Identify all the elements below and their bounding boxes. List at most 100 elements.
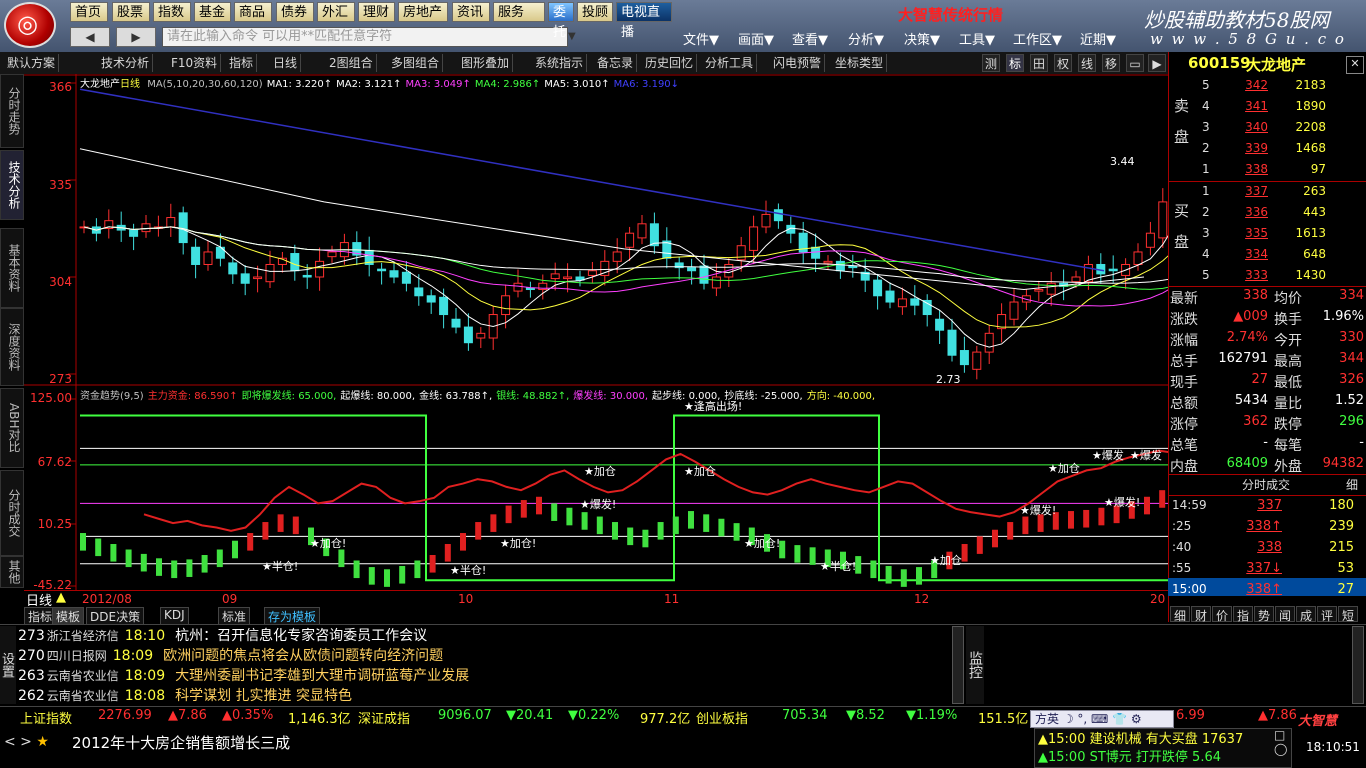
window-min-icon[interactable]: ▭	[1126, 54, 1144, 72]
news-row[interactable]: 263 云南省农业信 18:09 大理州委副书记李雄到大理市调研蓝莓产业发展	[18, 666, 948, 686]
alert-item[interactable]: ▲15:00 ST博元 打开跌停 5.64	[1038, 746, 1274, 765]
toolbar-btn-1[interactable]: 标	[1006, 54, 1024, 72]
ticks-detail-button[interactable]: 细	[1346, 476, 1358, 493]
tick-price[interactable]: 338↑	[1226, 582, 1282, 597]
toolbar-btn-0[interactable]: 测	[982, 54, 1000, 72]
period-triangle-icon[interactable]: ▲	[56, 590, 66, 605]
left-tab-1[interactable]: 技术分析	[0, 150, 24, 220]
quote-tab-1[interactable]: 财	[1191, 606, 1211, 623]
toolbar-item-2[interactable]: F10资料	[168, 54, 222, 72]
sell-price[interactable]: 340	[1232, 120, 1268, 134]
toolbar-item-12[interactable]: 闪电预警	[770, 54, 826, 72]
toolbar-item-8[interactable]: 系统指示	[532, 54, 588, 72]
app-logo[interactable]: ◎	[4, 2, 56, 48]
menu-5[interactable]: 工具▼	[959, 29, 995, 48]
index-item[interactable]: 上证指数	[20, 708, 72, 727]
nav-4[interactable]: 商品	[234, 2, 272, 22]
ime-bar[interactable]: 方英 ☽ °, ⌨ 👕 ⚙	[1030, 710, 1174, 728]
toolbar-item-3[interactable]: 指标	[226, 54, 258, 72]
sell-price[interactable]: 342	[1232, 78, 1268, 92]
left-tab-5[interactable]: 分时成交	[0, 470, 24, 556]
alert-item[interactable]: ▲15:00 建设机械 有大买盘 17637	[1038, 728, 1274, 747]
toolbar-item-4[interactable]: 日线	[270, 54, 302, 72]
quote-tab-0[interactable]: 细	[1170, 606, 1190, 623]
nav-13[interactable]: 电视直播	[616, 2, 672, 40]
nav-2[interactable]: 指数	[153, 2, 191, 22]
tick-price[interactable]: 338↑	[1226, 519, 1282, 534]
toolbar-item-1[interactable]: 技术分析	[98, 54, 154, 72]
nav-0[interactable]: 首页	[70, 2, 108, 22]
menu-1[interactable]: 画面▼	[738, 29, 774, 48]
toolbar-item-7[interactable]: 图形叠加	[458, 54, 514, 72]
buy-price[interactable]: 335	[1232, 226, 1268, 240]
buy-price[interactable]: 333	[1232, 268, 1268, 282]
command-input[interactable]: 请在此输入命令 可以用**匹配任意字符	[162, 27, 568, 47]
toolbar-item-10[interactable]: 历史回忆	[642, 54, 698, 72]
index-item[interactable]: 创业板指	[696, 708, 748, 727]
nav-12[interactable]: 投顾	[577, 2, 613, 22]
toolbar-btn-5[interactable]: 移	[1102, 54, 1120, 72]
index-item[interactable]: 深证成指	[358, 708, 410, 727]
tick-price[interactable]: 337	[1226, 498, 1282, 513]
chart-tab-2[interactable]: DDE决策	[86, 607, 145, 625]
left-tab-4[interactable]: ABH对比	[0, 388, 24, 468]
menu-7[interactable]: 近期▼	[1080, 29, 1116, 48]
tick-price[interactable]: 337↓	[1226, 561, 1282, 576]
nav-3[interactable]: 基金	[194, 2, 231, 22]
buy-price[interactable]: 336	[1232, 205, 1268, 219]
toolbar-btn-2[interactable]: 田	[1030, 54, 1048, 72]
toolbar-item-11[interactable]: 分析工具	[702, 54, 758, 72]
kline-chart[interactable]	[24, 74, 1168, 622]
monitor-scrollbar[interactable]	[1352, 626, 1364, 704]
quote-tab-7[interactable]: 评	[1317, 606, 1337, 623]
news-row[interactable]: 273 浙江省经济信 18:10 杭州：召开信息化专家咨询委员工作会议	[18, 626, 948, 646]
alert-icons[interactable]: □ ◯	[1274, 728, 1287, 756]
menu-0[interactable]: 文件▼	[683, 29, 719, 48]
nav-11[interactable]: 委托	[548, 2, 574, 40]
quote-tab-5[interactable]: 闻	[1275, 606, 1295, 623]
nav-1[interactable]: 股票	[112, 2, 150, 22]
quote-tab-3[interactable]: 指	[1233, 606, 1253, 623]
window-play-icon[interactable]: ▶	[1148, 54, 1166, 72]
left-tab-6[interactable]: 其他	[0, 556, 24, 588]
quote-tab-2[interactable]: 价	[1212, 606, 1232, 623]
left-tab-3[interactable]: 深度资料	[0, 308, 24, 386]
toolbar-btn-3[interactable]: 权	[1054, 54, 1072, 72]
quote-tab-8[interactable]: 短	[1338, 606, 1358, 623]
sell-price[interactable]: 338	[1232, 162, 1268, 176]
chart-tab-4[interactable]: 标准	[218, 607, 251, 625]
nav-8[interactable]: 房地产	[398, 2, 448, 22]
quote-tab-4[interactable]: 势	[1254, 606, 1274, 623]
back-button[interactable]: ◀	[70, 27, 110, 47]
menu-3[interactable]: 分析▼	[848, 29, 884, 48]
chart-tab-1[interactable]: 模板	[52, 607, 85, 625]
toolbar-btn-4[interactable]: 线	[1078, 54, 1096, 72]
news-row[interactable]: 270 四川日报网 18:09 欧洲问题的焦点将会从欧债问题转向经济问题	[18, 646, 948, 666]
toolbar-item-9[interactable]: 备忘录	[594, 54, 638, 72]
buy-price[interactable]: 337	[1232, 184, 1268, 198]
toolbar-item-5[interactable]: 2图组合	[326, 54, 377, 72]
news-ticker[interactable]: 2012年十大房企销售额增长三成	[72, 732, 290, 753]
monitor-button[interactable]: 监控	[966, 626, 984, 704]
menu-6[interactable]: 工作区▼	[1013, 29, 1062, 48]
toolbar-item-6[interactable]: 多图组合	[388, 54, 444, 72]
news-scrollbar[interactable]	[952, 626, 964, 704]
toolbar-item-0[interactable]: 默认方案	[4, 54, 60, 72]
news-row[interactable]: 262 云南省农业信 18:08 科学谋划 扎实推进 突显特色	[18, 686, 948, 706]
nav-9[interactable]: 资讯	[452, 2, 490, 22]
chevron-down-icon[interactable]: ▼	[568, 27, 580, 47]
news-setup-button[interactable]: 设置	[0, 626, 16, 704]
left-tab-0[interactable]: 分时走势	[0, 74, 24, 148]
quote-tab-6[interactable]: 成	[1296, 606, 1316, 623]
menu-2[interactable]: 查看▼	[792, 29, 828, 48]
tick-price[interactable]: 338	[1226, 540, 1282, 555]
nav-6[interactable]: 外汇	[317, 2, 355, 22]
toolbar-item-13[interactable]: 坐标类型	[832, 54, 888, 72]
nav-7[interactable]: 理财	[358, 2, 395, 22]
buy-price[interactable]: 334	[1232, 247, 1268, 261]
chart-tab-3[interactable]: KDJ	[160, 607, 189, 625]
close-icon[interactable]: ✕	[1346, 56, 1364, 74]
sell-price[interactable]: 341	[1232, 99, 1268, 113]
menu-4[interactable]: 决策▼	[904, 29, 940, 48]
nav-10[interactable]: 服务	[493, 2, 545, 22]
